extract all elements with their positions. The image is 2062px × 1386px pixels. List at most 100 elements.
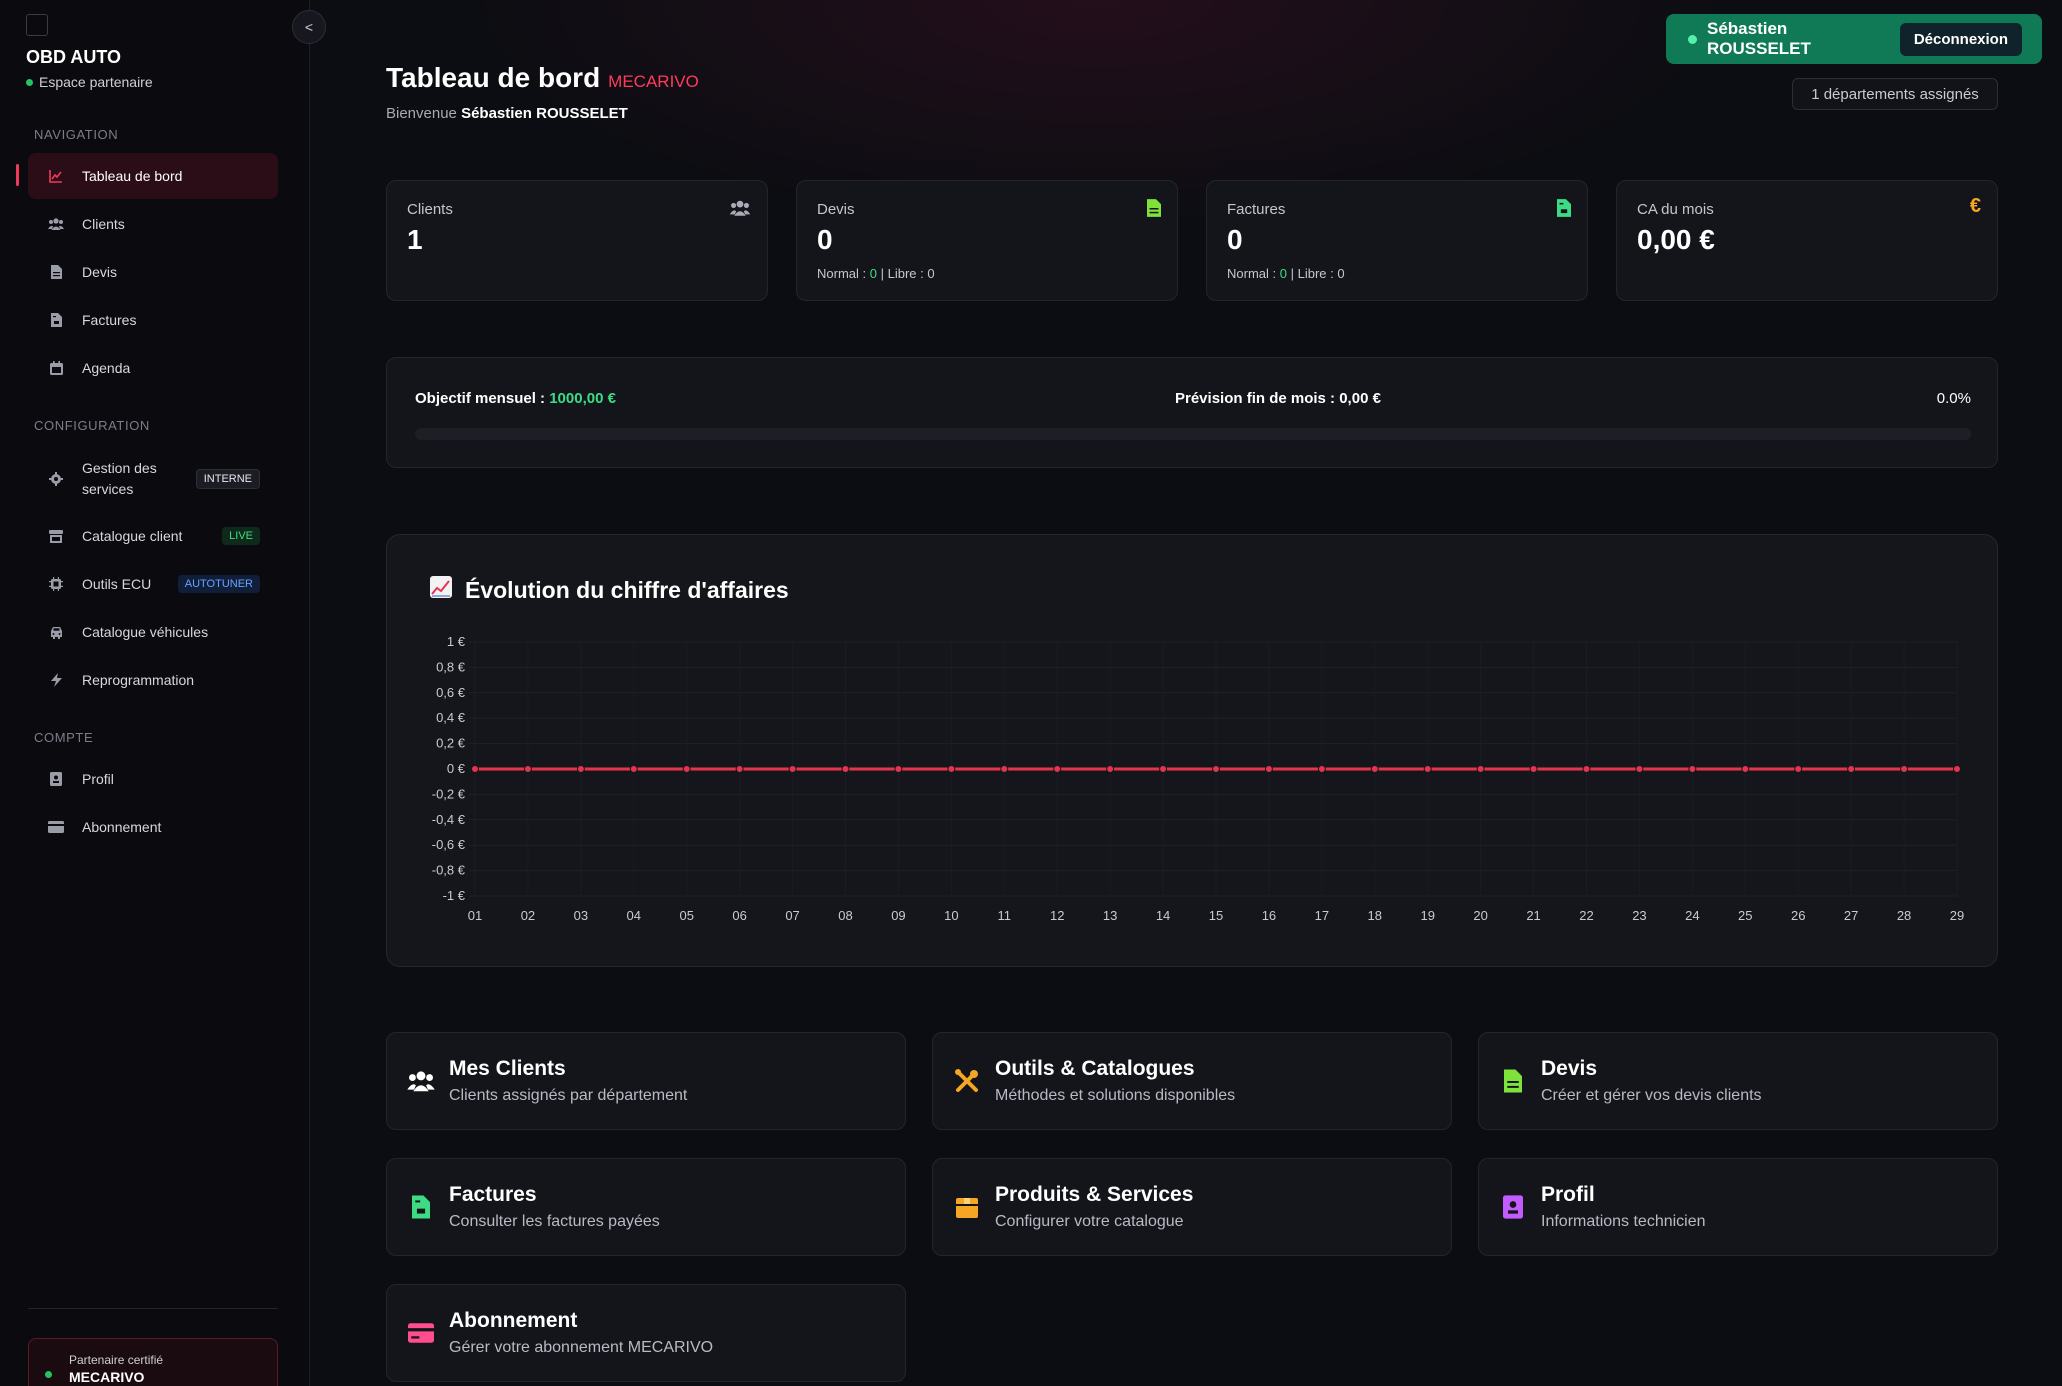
stat-breakdown: Normal : 0 | Libre : 0 <box>1227 266 1567 281</box>
autotuner-badge: AUTOTUNER <box>177 575 260 593</box>
normal-label: Normal : <box>817 266 867 281</box>
sidebar-item-reprogrammation[interactable]: Reprogrammation <box>28 657 278 703</box>
tile-produits-services[interactable]: Produits & Services Configurer votre cat… <box>932 1158 1452 1256</box>
welcome-prefix: Bienvenue <box>386 105 457 122</box>
sidebar-item-gestion-services[interactable]: Gestion des services INTERNE <box>28 453 278 505</box>
stat-card-factures: Factures 0 Normal : 0 | Libre : 0 <box>1206 180 1588 301</box>
tile-title: Outils & Catalogues <box>995 1057 1195 1080</box>
data-point <box>1741 765 1750 773</box>
x-tick-label: 18 <box>1368 908 1382 923</box>
x-tick-label: 01 <box>468 908 482 923</box>
sidebar-item-devis[interactable]: Devis <box>28 249 278 295</box>
sidebar-item-label: Gestion des services <box>82 460 157 497</box>
stat-value: 1 <box>407 224 423 255</box>
x-tick-label: 06 <box>732 908 746 923</box>
y-tick-label: 0,6 € <box>436 685 466 700</box>
sidebar-item-label: Catalogue client <box>82 527 183 544</box>
tile-description: Configurer votre catalogue <box>995 1213 1184 1230</box>
x-tick-label: 22 <box>1579 908 1593 923</box>
tools-icon <box>953 1067 981 1095</box>
sidebar-item-catalogue-vehicules[interactable]: Catalogue véhicules <box>28 609 278 655</box>
data-point <box>1159 765 1168 773</box>
data-point <box>1106 765 1115 773</box>
data-point <box>947 765 956 773</box>
users-icon <box>729 199 751 222</box>
bolt-icon <box>48 672 64 688</box>
sidebar-item-abonnement[interactable]: Abonnement <box>28 804 278 850</box>
y-tick-label: -1 € <box>443 888 466 903</box>
partner-label: Partenaire certifié <box>69 1353 164 1367</box>
tile-mes-clients[interactable]: Mes Clients Clients assignés par départe… <box>386 1032 906 1130</box>
store-icon <box>48 528 64 544</box>
logout-button[interactable]: Déconnexion <box>1899 22 2022 56</box>
data-point <box>1582 765 1591 773</box>
active-indicator <box>16 164 19 186</box>
tile-title: Factures <box>449 1183 537 1206</box>
tile-outils-catalogues[interactable]: Outils & Catalogues Méthodes et solution… <box>932 1032 1452 1130</box>
euro-icon: € <box>1969 195 1981 217</box>
x-tick-label: 28 <box>1897 908 1911 923</box>
forecast-label: Prévision fin de mois : 0,00 € <box>1175 390 1381 407</box>
data-point <box>1317 765 1326 773</box>
y-tick-label: -0,4 € <box>432 812 466 827</box>
sidebar-item-clients[interactable]: Clients <box>28 201 278 247</box>
x-tick-label: 02 <box>521 908 535 923</box>
tile-description: Gérer votre abonnement MECARIVO <box>449 1339 714 1356</box>
data-point <box>1688 765 1697 773</box>
x-tick-label: 15 <box>1209 908 1223 923</box>
tile-devis[interactable]: Devis Créer et gérer vos devis clients <box>1478 1032 1998 1130</box>
sidebar-item-factures[interactable]: Factures <box>28 297 278 343</box>
sidebar-item-label: Factures <box>82 311 137 328</box>
sidebar-item-outils-ecu[interactable]: Outils ECU AUTOTUNER <box>28 561 278 607</box>
monthly-objective-card: Objectif mensuel : 1000,00 € Prévision f… <box>386 357 1998 468</box>
x-tick-label: 26 <box>1791 908 1805 923</box>
section-title-configuration: CONFIGURATION <box>34 418 150 433</box>
sidebar-item-label: Agenda <box>82 359 131 376</box>
tile-profil[interactable]: Profil Informations technicien <box>1478 1158 1998 1256</box>
stat-label: Devis <box>817 201 855 218</box>
tile-title: Abonnement <box>449 1309 578 1332</box>
tile-factures[interactable]: Factures Consulter les factures payées <box>386 1158 906 1256</box>
data-point <box>1476 765 1485 773</box>
x-tick-label: 16 <box>1262 908 1276 923</box>
sidebar-item-agenda[interactable]: Agenda <box>28 345 278 391</box>
file-icon <box>1499 1067 1527 1095</box>
tile-title: Devis <box>1541 1057 1598 1080</box>
x-tick-label: 09 <box>891 908 905 923</box>
sidebar-divider <box>28 1308 278 1309</box>
sidebar-item-label: Abonnement <box>82 818 162 835</box>
x-tick-label: 08 <box>838 908 852 923</box>
file-icon <box>48 264 64 280</box>
credit-card-icon <box>48 819 64 835</box>
sidebar-item-dashboard[interactable]: Tableau de bord <box>28 153 278 199</box>
y-tick-label: 0,8 € <box>436 659 466 674</box>
sidebar-item-profil[interactable]: Profil <box>28 756 278 802</box>
x-tick-label: 05 <box>679 908 693 923</box>
x-tick-label: 10 <box>944 908 958 923</box>
data-point <box>629 765 638 773</box>
invoice-icon <box>1557 199 1571 222</box>
sidebar-item-catalogue-client[interactable]: Catalogue client LIVE <box>28 513 278 559</box>
page-title-brand: MECARIVO <box>608 72 699 91</box>
forecast-value: 0,00 € <box>1339 390 1381 407</box>
online-status-icon <box>1688 34 1697 44</box>
normal-value: 0 <box>1279 266 1287 281</box>
data-point <box>1847 765 1856 773</box>
y-tick-label: -0,6 € <box>432 837 466 852</box>
tile-description: Méthodes et solutions disponibles <box>995 1087 1236 1104</box>
tile-abonnement[interactable]: Abonnement Gérer votre abonnement MECARI… <box>386 1284 906 1382</box>
collapse-sidebar-button[interactable]: < <box>292 10 326 44</box>
welcome-text: Bienvenue Sébastien ROUSSELET <box>386 105 628 122</box>
sidebar-item-label: Catalogue véhicules <box>82 623 209 640</box>
chart-title: Évolution du chiffre d'affaires <box>429 575 789 605</box>
tile-description: Consulter les factures payées <box>449 1213 660 1230</box>
sidebar-item-label: Tableau de bord <box>82 167 183 184</box>
y-tick-label: 0,4 € <box>436 710 466 725</box>
objective-percent: 0.0% <box>1936 390 1971 407</box>
normal-label: Normal : <box>1227 266 1277 281</box>
box-icon <box>953 1193 981 1221</box>
stat-card-ca-mois: CA du mois 0,00 € € <box>1616 180 1998 301</box>
welcome-name: Sébastien ROUSSELET <box>461 105 628 122</box>
x-tick-label: 11 <box>998 908 1012 923</box>
libre-label: | Libre : <box>1290 266 1334 281</box>
